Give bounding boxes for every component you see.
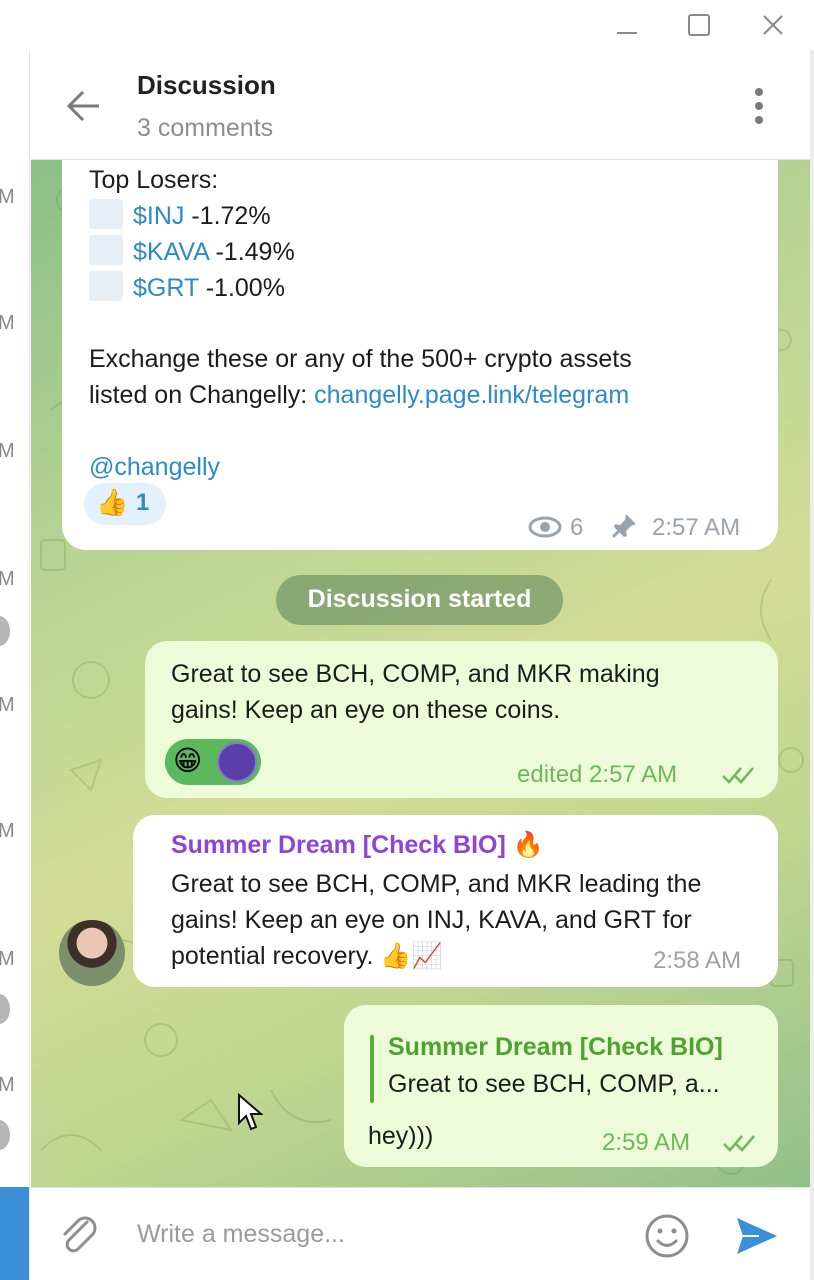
message-text: gains! Keep an eye on these coins. — [171, 696, 561, 724]
chat-list-edge[interactable]: M M M M M M M M — [0, 50, 30, 1280]
chat-area[interactable]: Top Losers: $INJ -1.72% $KAVA -1.49% $GR… — [31, 160, 810, 1187]
paperclip-icon — [63, 1216, 97, 1253]
back-button[interactable] — [65, 86, 105, 126]
reply-sender[interactable]: Summer Dream [Check BIO] — [388, 1033, 723, 1062]
selected-chat-indicator — [0, 1187, 29, 1280]
changelly-link[interactable]: changelly.page.link/telegram — [314, 381, 629, 409]
thumbs-up-icon: 👍 — [96, 487, 129, 517]
pin-icon — [611, 514, 636, 539]
double-check-icon — [723, 1135, 755, 1152]
thumbs-up-chart-icons: 👍📈 — [380, 942, 443, 970]
unread-badge — [0, 616, 10, 646]
reaction-thumbs-up[interactable]: 👍 1 — [84, 483, 166, 525]
send-icon — [737, 1218, 777, 1254]
exchange-text-line2: listed on Changelly: changelly.page.link… — [89, 378, 629, 412]
message-text-line3: potential recovery. 👍📈 — [171, 939, 443, 973]
sender-avatar[interactable] — [59, 920, 125, 986]
minimize-icon — [617, 32, 637, 34]
smiley-icon — [645, 1214, 689, 1258]
outgoing-reply-message[interactable]: Summer Dream [Check BIO] Great to see BC… — [344, 1005, 778, 1167]
percent-change: -1.00% — [198, 274, 285, 302]
message-composer — [31, 1187, 810, 1280]
chat-time-suffix: M — [0, 568, 15, 590]
fire-icon: 🔥 — [512, 831, 544, 859]
ticker-link[interactable]: $INJ — [133, 202, 184, 230]
reaction-grin[interactable]: 😁 — [165, 739, 261, 785]
chat-time-suffix: M — [0, 694, 15, 716]
chat-time-suffix: M — [0, 312, 15, 334]
discussion-header: Discussion 3 comments — [31, 50, 810, 160]
more-vertical-icon — [755, 88, 763, 124]
attach-button[interactable] — [57, 1212, 101, 1258]
unread-badge — [0, 1120, 10, 1150]
reply-preview[interactable]: Great to see BCH, COMP, a... — [388, 1067, 720, 1101]
message-time: 2:58 AM — [653, 947, 742, 974]
maximize-button[interactable] — [664, 0, 734, 50]
mouse-cursor-icon — [238, 1093, 263, 1131]
sender-name[interactable]: Summer Dream [Check BIO] 🔥 — [171, 831, 544, 860]
incoming-message[interactable]: Summer Dream [Check BIO] 🔥 Great to see … — [133, 815, 778, 987]
channel-post[interactable]: Top Losers: $INJ -1.72% $KAVA -1.49% $GR… — [62, 160, 778, 550]
message-meta: edited 2:57 AM — [517, 761, 678, 788]
chat-time-suffix: M — [0, 1074, 15, 1096]
eye-icon — [528, 516, 562, 538]
outgoing-message[interactable]: Great to see BCH, COMP, and MKR making g… — [145, 641, 778, 798]
exchange-prefix: listed on Changelly: — [89, 381, 315, 409]
unread-badge — [0, 994, 10, 1024]
exchange-text: Exchange these or any of the 500+ crypto… — [89, 345, 632, 373]
chat-time-suffix: M — [0, 440, 15, 462]
close-button[interactable] — [738, 0, 808, 50]
loser-row: $INJ -1.72% — [89, 199, 271, 233]
window-titlebar — [0, 0, 814, 50]
chat-time-suffix: M — [0, 186, 15, 208]
message-text: Great to see BCH, COMP, and MKR leading … — [171, 870, 702, 898]
percent-change: -1.72% — [184, 202, 271, 230]
message-text: gains! Keep an eye on INJ, KAVA, and GRT… — [171, 906, 692, 934]
reaction-count: 1 — [136, 489, 150, 516]
message-text: hey))) — [368, 1122, 434, 1150]
reactor-avatar — [217, 742, 257, 782]
sender-name-text: Summer Dream [Check BIO] — [171, 831, 506, 859]
message-text: potential recovery. — [171, 942, 381, 970]
message-time: 2:59 AM — [602, 1129, 691, 1156]
message-text: Great to see BCH, COMP, and MKR making — [171, 660, 660, 688]
message-input[interactable] — [137, 1214, 617, 1254]
telegram-window: M M M M M M M M Discussion 3 comments To… — [0, 0, 814, 1280]
post-time: 2:57 AM — [652, 514, 741, 541]
ticker-link[interactable]: $KAVA — [133, 238, 209, 266]
percent-change: -1.49% — [208, 238, 295, 266]
grinning-face-icon: 😁 — [173, 745, 203, 776]
chart-decreasing-icon — [89, 271, 123, 301]
loser-row: $KAVA -1.49% — [89, 235, 295, 269]
arrow-left-icon — [66, 90, 99, 122]
chat-time-suffix: M — [0, 948, 15, 970]
chart-decreasing-icon — [89, 199, 123, 229]
double-check-icon — [722, 767, 754, 784]
views-count: 6 — [570, 514, 584, 541]
page-title: Discussion — [137, 70, 276, 100]
service-message-text: Discussion started — [307, 585, 532, 613]
loser-row: $GRT -1.00% — [89, 271, 285, 305]
service-message: Discussion started — [276, 575, 563, 625]
comments-count: 3 comments — [137, 114, 274, 142]
close-icon — [763, 15, 783, 35]
chat-time-suffix: M — [0, 820, 15, 842]
maximize-icon — [688, 14, 710, 36]
minimize-button[interactable] — [592, 0, 662, 50]
reply-quote-bar — [370, 1035, 374, 1103]
ticker-link[interactable]: $GRT — [133, 274, 199, 302]
scrollbar-track[interactable] — [810, 50, 814, 1280]
top-losers-title: Top Losers: — [89, 166, 219, 194]
send-button[interactable] — [733, 1214, 781, 1258]
emoji-button[interactable] — [643, 1212, 691, 1260]
changelly-mention[interactable]: @changelly — [89, 450, 220, 484]
chart-decreasing-icon — [89, 235, 123, 265]
more-menu-button[interactable] — [747, 86, 771, 128]
